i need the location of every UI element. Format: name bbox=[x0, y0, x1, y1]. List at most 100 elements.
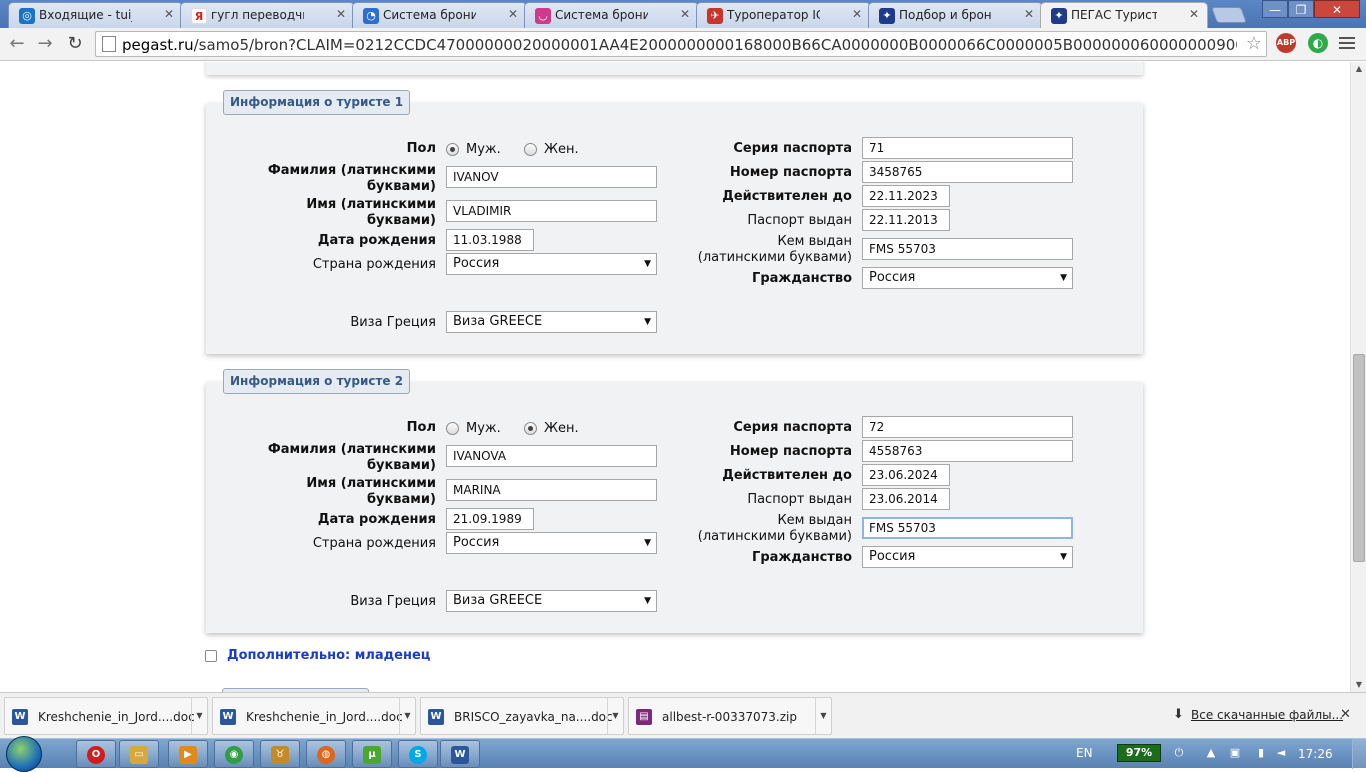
close-icon[interactable]: ✕ bbox=[164, 7, 174, 21]
chevron-down-icon[interactable]: ▼ bbox=[191, 698, 207, 734]
bookmark-star-icon[interactable]: ☆ bbox=[1246, 33, 1262, 54]
maximize-button[interactable]: ❐ bbox=[1288, 0, 1314, 18]
passport-number-input[interactable]: 4558763 bbox=[862, 440, 1073, 462]
download-item[interactable]: W BRISCO_zayavka_na....doc ▼ bbox=[420, 697, 624, 735]
gender-radio-male[interactable] bbox=[446, 143, 459, 156]
extension-icon[interactable]: ◐ bbox=[1308, 33, 1328, 53]
visa-select[interactable]: Виза GREECE ▼ bbox=[446, 311, 657, 333]
scroll-down-arrow-icon[interactable]: ▼ bbox=[1351, 678, 1366, 692]
passport-series-input[interactable]: 71 bbox=[862, 137, 1073, 159]
menu-icon[interactable] bbox=[1339, 37, 1355, 52]
gender-radio-female[interactable] bbox=[524, 422, 537, 435]
gender-radio-female[interactable] bbox=[524, 143, 537, 156]
valid-until-input[interactable]: 23.06.2024 bbox=[862, 464, 950, 486]
taskbar-media-player[interactable]: ▶ bbox=[168, 740, 208, 768]
birthdate-input[interactable]: 21.09.1989 bbox=[446, 508, 534, 530]
tab-pegas-active[interactable]: ✦ ПЕГАС Туристик — И ✕ bbox=[1040, 2, 1208, 28]
tab-booking-2[interactable]: ◡ Система бронирован ✕ bbox=[524, 2, 699, 28]
adblock-icon[interactable]: ABP bbox=[1276, 33, 1296, 53]
tab-strip: ◎ Входящие - tui_vihinc ✕ Я гугл перевод… bbox=[0, 0, 1366, 28]
infant-label[interactable]: Дополнительно: младенец bbox=[227, 648, 430, 663]
tab-title: ПЕГАС Туристик — И bbox=[1071, 8, 1157, 22]
infant-checkbox[interactable] bbox=[205, 650, 217, 662]
taskbar-explorer[interactable]: ▭ bbox=[119, 740, 159, 768]
passport-series-input[interactable]: 72 bbox=[862, 416, 1073, 438]
network-signal-icon[interactable]: ▮ bbox=[1254, 746, 1268, 760]
app-icon: ♉ bbox=[271, 746, 289, 764]
close-icon[interactable]: ✕ bbox=[852, 7, 862, 21]
issued-by-input[interactable]: FMS 55703 bbox=[862, 238, 1073, 260]
taskbar-skype[interactable]: S bbox=[398, 740, 438, 768]
address-bar[interactable]: pegast.ru/samo5/bron?CLAIM=0212CCDC47000… bbox=[95, 31, 1267, 57]
tab-search-booking[interactable]: ✦ Подбор и бронирова ✕ bbox=[868, 2, 1043, 28]
name-input[interactable]: MARINA bbox=[446, 479, 657, 501]
reload-button[interactable]: ↻ bbox=[63, 32, 87, 56]
citizenship-select[interactable]: Россия ▼ bbox=[862, 267, 1073, 289]
valid-until-label: Действителен до bbox=[722, 468, 852, 483]
close-icon[interactable]: ✕ bbox=[1340, 707, 1351, 722]
tray-app-icon[interactable]: ▣ bbox=[1228, 746, 1242, 760]
citizenship-select[interactable]: Россия ▼ bbox=[862, 546, 1073, 568]
close-icon[interactable]: ✕ bbox=[680, 7, 690, 21]
back-button[interactable]: ← bbox=[5, 32, 29, 56]
chevron-down-icon[interactable]: ▼ bbox=[399, 698, 415, 734]
visa-select[interactable]: Виза GREECE ▼ bbox=[446, 590, 657, 612]
start-button[interactable] bbox=[6, 736, 42, 772]
tab-ics-travel[interactable]: ✈ Туроператор ICS Trav ✕ bbox=[696, 2, 871, 28]
taskbar-firefox[interactable]: ◍ bbox=[306, 740, 346, 768]
close-icon[interactable]: ✕ bbox=[336, 7, 346, 21]
show-all-downloads-link[interactable]: Все скачанные файлы... bbox=[1191, 708, 1343, 722]
tray-expand-icon[interactable]: ▲ bbox=[1204, 746, 1218, 760]
valid-until-input[interactable]: 22.11.2023 bbox=[862, 185, 950, 207]
battery-indicator[interactable]: 97% bbox=[1117, 744, 1161, 762]
pegas-icon: ✦ bbox=[879, 8, 895, 24]
issued-input[interactable]: 23.06.2014 bbox=[862, 488, 950, 510]
scroll-up-arrow-icon[interactable]: ▲ bbox=[1351, 62, 1366, 76]
close-icon[interactable]: ✕ bbox=[508, 7, 518, 21]
language-indicator[interactable]: EN bbox=[1076, 746, 1093, 760]
visa-value: Виза GREECE bbox=[453, 314, 543, 329]
tourist-panel-2: Информация о туристе 2 Пол Муж. Жен. Фам… bbox=[206, 369, 1143, 633]
tab-translator[interactable]: Я гугл переводчик — Я ✕ bbox=[180, 2, 355, 28]
issued-by-input[interactable]: FMS 55703 bbox=[862, 517, 1073, 539]
download-item[interactable]: W Kreshchenie_in_Jord....doc ▼ bbox=[212, 697, 416, 735]
clock[interactable]: 17:26 bbox=[1298, 747, 1333, 761]
download-filename: BRISCO_zayavka_na....doc bbox=[454, 710, 613, 724]
download-item[interactable]: ▤ allbest-r-00337073.zip ▼ bbox=[628, 697, 832, 735]
taskbar-word[interactable]: W bbox=[440, 740, 480, 768]
birth-country-select[interactable]: Россия ▼ bbox=[446, 532, 657, 554]
word-doc-icon: W bbox=[220, 709, 236, 725]
issued-input[interactable]: 22.11.2013 bbox=[862, 209, 950, 231]
power-plug-icon[interactable]: ⏻ bbox=[1172, 746, 1186, 760]
chevron-down-icon[interactable]: ▼ bbox=[815, 698, 831, 734]
birth-country-select[interactable]: Россия ▼ bbox=[446, 253, 657, 275]
surname-input[interactable]: IVANOVA bbox=[446, 445, 657, 467]
volume-icon[interactable]: ◄ bbox=[1274, 746, 1288, 760]
show-desktop-button[interactable] bbox=[1352, 739, 1366, 769]
taskbar-chrome[interactable]: ◉ bbox=[214, 740, 254, 768]
minimize-button[interactable]: — bbox=[1262, 0, 1288, 18]
scroll-thumb[interactable] bbox=[1353, 354, 1365, 562]
taskbar-utorrent[interactable]: µ bbox=[352, 740, 392, 768]
taskbar-opera[interactable]: O bbox=[76, 740, 116, 768]
tab-title: Подбор и бронирова bbox=[899, 8, 992, 22]
tab-inbox[interactable]: ◎ Входящие - tui_vihinc ✕ bbox=[8, 2, 183, 28]
close-window-button[interactable]: ✕ bbox=[1314, 0, 1360, 18]
surname-input[interactable]: IVANOV bbox=[446, 166, 657, 188]
birthdate-input[interactable]: 11.03.1988 bbox=[446, 229, 534, 251]
name-input[interactable]: VLADIMIR bbox=[446, 200, 657, 222]
download-item[interactable]: W Kreshchenie_in_Jord....doc ▼ bbox=[4, 697, 208, 735]
tab-booking-1[interactable]: ◔ Система бронирован ✕ bbox=[352, 2, 527, 28]
gender-male-label: Муж. bbox=[466, 421, 501, 436]
chevron-down-icon: ▼ bbox=[644, 596, 651, 606]
url-text[interactable]: pegast.ru/samo5/bron?CLAIM=0212CCDC47000… bbox=[122, 36, 1237, 54]
new-tab-button[interactable] bbox=[1211, 7, 1247, 23]
chevron-down-icon[interactable]: ▼ bbox=[607, 698, 623, 734]
page-scrollbar[interactable]: ▲ ▼ bbox=[1350, 62, 1366, 692]
taskbar-app[interactable]: ♉ bbox=[260, 740, 300, 768]
close-icon[interactable]: ✕ bbox=[1024, 7, 1034, 21]
gender-radio-male[interactable] bbox=[446, 422, 459, 435]
passport-number-input[interactable]: 3458765 bbox=[862, 161, 1073, 183]
forward-button[interactable]: → bbox=[33, 32, 57, 56]
close-icon[interactable]: ✕ bbox=[1189, 7, 1199, 21]
